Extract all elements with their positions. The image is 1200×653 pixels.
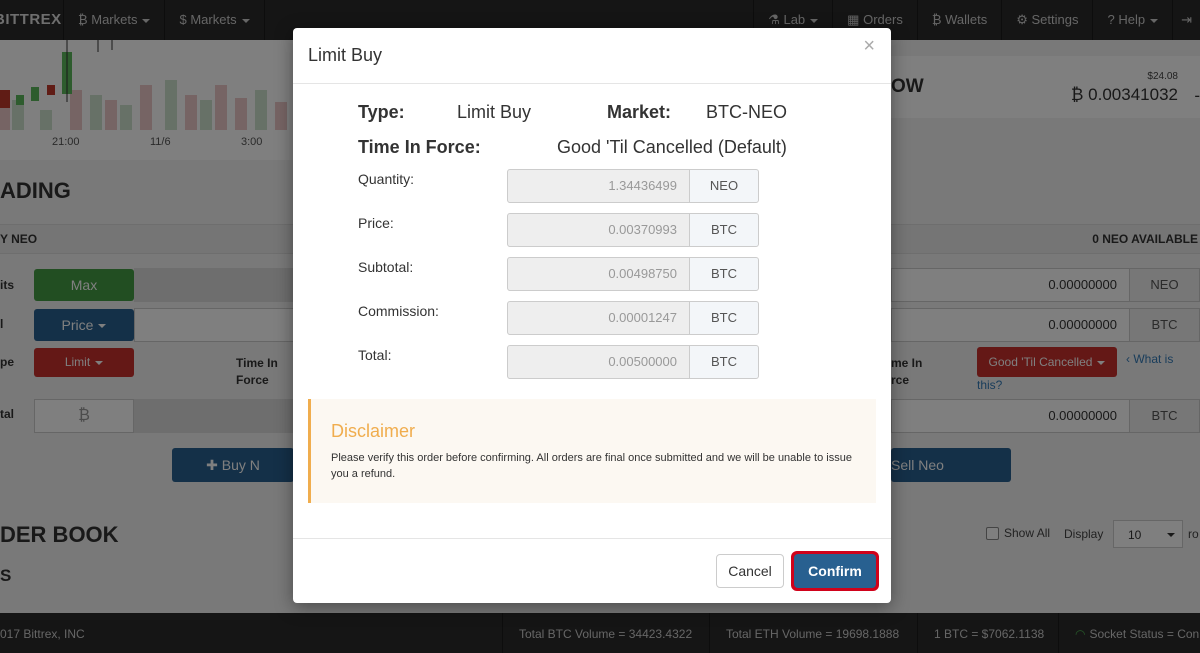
limit-buy-modal: Limit Buy × Type: Limit Buy Market: BTC-… xyxy=(293,28,891,603)
modal-title: Limit Buy xyxy=(308,45,383,65)
price-field: 0.00370993 xyxy=(507,213,690,247)
total-unit: BTC xyxy=(689,345,759,379)
commission-unit: BTC xyxy=(689,301,759,335)
confirm-button[interactable]: Confirm xyxy=(794,554,876,588)
quantity-field: 1.34436499 xyxy=(507,169,690,203)
type-label: Type: xyxy=(358,102,405,122)
subtotal-field: 0.00498750 xyxy=(507,257,690,291)
quantity-label: Quantity: xyxy=(358,171,415,187)
disclaimer-box: Disclaimer Please verify this order befo… xyxy=(308,399,876,503)
disclaimer-text: Please verify this order before confirmi… xyxy=(331,452,852,480)
commission-label: Commission: xyxy=(358,303,439,319)
modal-footer-divider xyxy=(293,538,891,539)
subtotal-unit: BTC xyxy=(689,257,759,291)
quantity-unit: NEO xyxy=(689,169,759,203)
market-label: Market: xyxy=(607,102,672,122)
total-label: Total: xyxy=(358,347,392,363)
confirm-button-highlight[interactable]: Confirm xyxy=(791,551,879,591)
type-value: Limit Buy xyxy=(457,102,532,122)
disclaimer-title: Disclaimer xyxy=(331,421,416,441)
commission-field: 0.00001247 xyxy=(507,301,690,335)
time-in-force-label: Time In Force: xyxy=(358,137,481,157)
modal-header: Limit Buy × xyxy=(293,28,891,84)
price-label: Price: xyxy=(358,215,394,231)
market-value: BTC-NEO xyxy=(706,102,787,122)
subtotal-label: Subtotal: xyxy=(358,259,414,275)
close-icon[interactable]: × xyxy=(863,36,875,56)
price-unit: BTC xyxy=(689,213,759,247)
total-field: 0.00500000 xyxy=(507,345,690,379)
cancel-button[interactable]: Cancel xyxy=(716,554,784,588)
time-in-force-value: Good 'Til Cancelled (Default) xyxy=(557,137,787,157)
